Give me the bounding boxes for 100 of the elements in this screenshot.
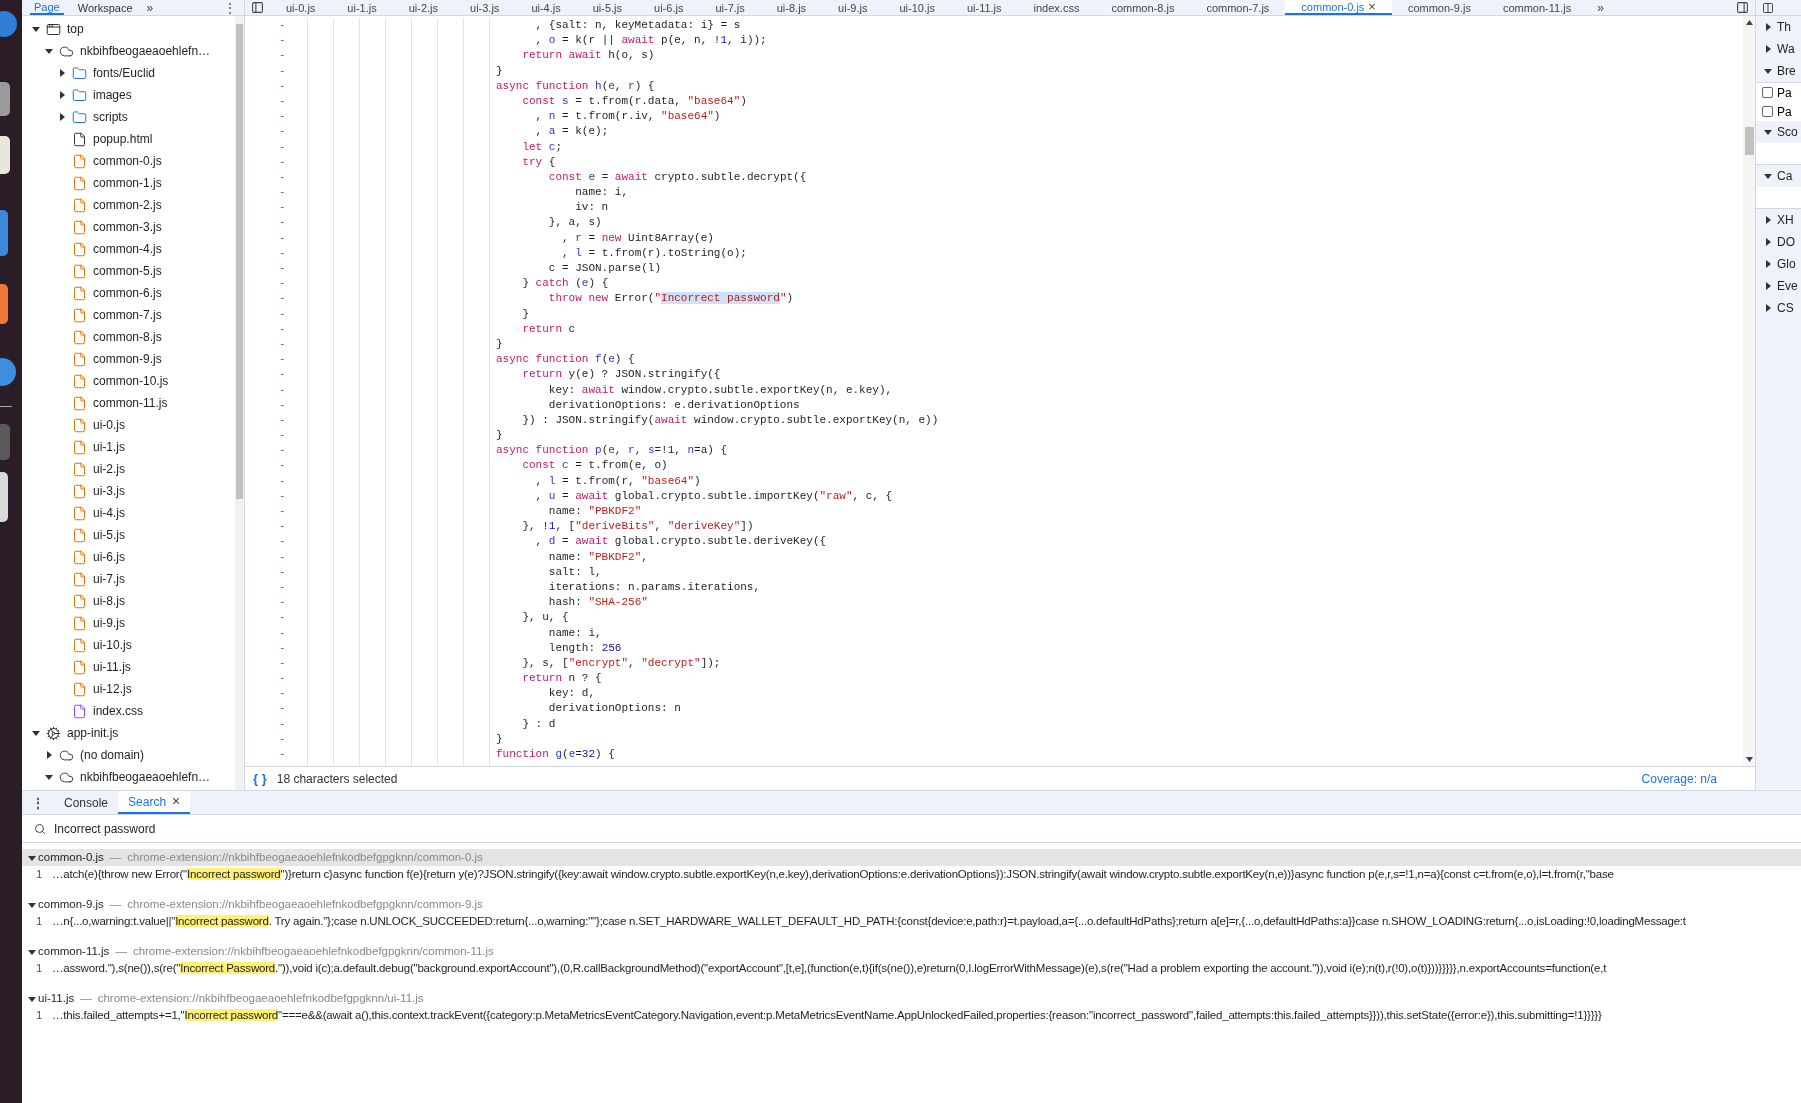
editor-tab[interactable]: ui-0.js <box>270 0 332 15</box>
search-result-line[interactable]: …assword."),s(ne()),s(re("Incorrect Password.")),void i(c);a.default.debug("background.exportAccount"),(0,R.callBackgroundMethod)("exportAccount",[t,e],(function(e,t){if(s(ne()),e)return(0,I.logErrorWithMessage)(e),s(re("Had a problem exporting the account.")),void i(e);n(t),r(!0),o(t)}))}}}}},n.exportAccounts=function(e,t <box>52 960 1607 978</box>
collapsed-arrow-icon[interactable] <box>1764 304 1772 312</box>
tree-item[interactable]: scripts <box>93 108 128 126</box>
tree-item[interactable]: ui-4.js <box>93 504 125 522</box>
expanded-arrow-icon[interactable] <box>1764 67 1772 75</box>
section-header[interactable]: CS <box>1777 299 1794 317</box>
drawer-menu-button[interactable]: ⋮ <box>22 793 54 812</box>
expanded-arrow-icon[interactable] <box>32 25 40 33</box>
tree-item[interactable]: common-3.js <box>93 218 162 236</box>
editor-tab[interactable]: ui-6.js <box>638 0 700 15</box>
expanded-arrow-icon[interactable] <box>1764 172 1772 180</box>
editor-tab[interactable]: ui-10.js <box>883 0 951 15</box>
collapsed-arrow-icon[interactable] <box>58 113 66 121</box>
tree-item[interactable]: nkbihfbeogaeaoehlefn… <box>80 768 211 786</box>
collapsed-arrow-icon[interactable] <box>1764 23 1772 31</box>
editor-tab[interactable]: ui-9.js <box>822 0 884 15</box>
section-header[interactable]: XH <box>1777 211 1794 229</box>
collapsed-arrow-icon[interactable] <box>1764 238 1772 246</box>
editor-tab[interactable]: ui-1.js <box>331 0 393 15</box>
tree-item[interactable]: app-init.js <box>67 724 119 742</box>
navigator-tab[interactable]: Workspace <box>73 0 137 15</box>
tree-item[interactable]: popup.html <box>93 130 153 148</box>
expanded-arrow-icon[interactable] <box>45 773 53 781</box>
collapsed-arrow-icon[interactable] <box>1764 282 1772 290</box>
editor-tab[interactable]: index.css <box>1017 0 1096 15</box>
more-tabs-button[interactable]: » <box>1587 0 1614 15</box>
collapsed-arrow-icon[interactable] <box>1764 45 1772 53</box>
expanded-arrow-icon[interactable] <box>45 47 53 55</box>
result-file-header[interactable]: ui-11.js — chrome-extension://nkbihfbeogaeaoehlefnkodbefgpgknn/ui-11.js <box>22 990 1801 1007</box>
tree-item[interactable]: ui-12.js <box>93 680 132 698</box>
editor-tab[interactable]: common-8.js <box>1095 0 1191 15</box>
tree-item[interactable]: common-2.js <box>93 196 162 214</box>
coverage-link[interactable]: Coverage: n/a <box>1641 769 1717 788</box>
section-header[interactable]: Ca <box>1777 167 1793 185</box>
disclosure-arrow-icon[interactable] <box>28 947 36 956</box>
collapsed-arrow-icon[interactable] <box>45 751 53 759</box>
disclosure-arrow-icon[interactable] <box>28 994 36 1003</box>
tree-item[interactable]: ui-11.js <box>93 658 131 676</box>
tree-item[interactable]: common-9.js <box>93 350 162 368</box>
pretty-print-button[interactable]: { } <box>253 768 267 789</box>
drawer-tab[interactable]: Search × <box>118 791 191 814</box>
editor-tab[interactable]: ui-3.js <box>454 0 516 15</box>
toggle-sidebar-icon[interactable] <box>251 1 264 14</box>
collapsed-arrow-icon[interactable] <box>1764 260 1772 268</box>
tree-item[interactable]: fonts/Euclid <box>93 64 156 82</box>
tree-item[interactable]: index.css <box>93 702 144 720</box>
tree-item[interactable]: ui-1.js <box>93 438 125 456</box>
result-file-header[interactable]: common-9.js — chrome-extension://nkbihfbeogaeaoehlefnkodbefgpgknn/common-9.js <box>22 896 1801 913</box>
editor-tab[interactable]: common-9.js <box>1391 0 1487 15</box>
tree-item[interactable]: images <box>93 86 132 104</box>
drawer-tab[interactable]: Console <box>54 791 119 814</box>
tree-item[interactable]: common-6.js <box>93 284 162 302</box>
close-icon[interactable]: × <box>172 791 181 812</box>
scroll-up-icon[interactable] <box>1745 20 1753 25</box>
navigator-tab[interactable]: Page <box>30 0 64 15</box>
tree-item[interactable]: ui-7.js <box>93 570 125 588</box>
result-file-header[interactable]: common-11.js — chrome-extension://nkbihfbeogaeaoehlefnkodbefgpgknn/common-11.js <box>22 943 1801 960</box>
scrollbar[interactable] <box>1743 16 1755 766</box>
editor-tab[interactable]: ui-7.js <box>699 0 761 15</box>
collapsed-arrow-icon[interactable] <box>1764 216 1772 224</box>
tree-item[interactable]: ui-10.js <box>93 636 132 654</box>
result-file-header[interactable]: common-0.js — chrome-extension://nkbihfbeogaeaoehlefnkodbefgpgknn/common-0.js <box>22 849 1801 866</box>
expanded-arrow-icon[interactable] <box>1764 128 1772 136</box>
scroll-down-icon[interactable] <box>1745 757 1753 762</box>
scrollbar-thumb[interactable] <box>1744 127 1754 155</box>
tree-item[interactable]: ui-6.js <box>93 548 125 566</box>
checkbox[interactable] <box>1762 87 1773 98</box>
tree-item[interactable]: common-10.js <box>93 372 169 390</box>
search-result-line[interactable]: …atch(e){throw new Error("Incorrect password")}return c}async function f(e){return y(e)?JSON.stringify({key:await window.crypto.subtle.exportKey(n,e.key),derivationOptions:e.derivationOptions}):JSON.stringify(await window.crypto.subtle.exportKey(n,e))}async function p(e,r,s=!1,n=a){const c=t.from(e,o),l=t.from(r,"base <box>52 866 1614 884</box>
more-tabs-button[interactable]: » <box>146 0 154 15</box>
tree-item[interactable]: common-5.js <box>93 262 162 280</box>
tree-item[interactable]: common-4.js <box>93 240 162 258</box>
section-header[interactable]: Eve <box>1777 277 1798 295</box>
editor-tab[interactable]: common-0.js × <box>1285 0 1392 15</box>
tree-item[interactable]: ui-9.js <box>93 614 125 632</box>
tree-item[interactable]: top <box>67 20 84 38</box>
menu-button[interactable]: ⋮ <box>224 0 236 15</box>
tree-item[interactable]: common-1.js <box>93 174 162 192</box>
scrollbar[interactable] <box>235 16 244 790</box>
tree-item[interactable]: common-11.js <box>93 394 168 412</box>
editor-tab[interactable]: common-11.js <box>1486 0 1588 15</box>
tree-item[interactable]: ui-8.js <box>93 592 125 610</box>
editor-tab[interactable]: ui-2.js <box>392 0 455 15</box>
tree-item[interactable]: common-7.js <box>93 306 162 324</box>
editor-tab[interactable]: ui-11.js <box>950 0 1018 15</box>
tree-item[interactable]: (no domain) <box>80 746 145 764</box>
disclosure-arrow-icon[interactable] <box>28 900 36 909</box>
tree-item[interactable]: ui-5.js <box>93 526 125 544</box>
toggle-debugger-icon[interactable] <box>1736 1 1749 14</box>
search-field[interactable]: Incorrect password <box>22 815 1801 843</box>
editor-tab[interactable]: ui-5.js <box>576 0 639 15</box>
disclosure-arrow-icon[interactable] <box>28 853 36 862</box>
expanded-arrow-icon[interactable] <box>32 729 40 737</box>
tree-item[interactable]: common-8.js <box>93 328 162 346</box>
checkbox[interactable] <box>1762 106 1773 117</box>
section-header[interactable]: Th <box>1777 18 1791 36</box>
tree-item[interactable]: ui-2.js <box>93 460 125 478</box>
tree-item[interactable]: ui-3.js <box>93 482 125 500</box>
editor-tab[interactable]: common-7.js <box>1190 0 1286 15</box>
